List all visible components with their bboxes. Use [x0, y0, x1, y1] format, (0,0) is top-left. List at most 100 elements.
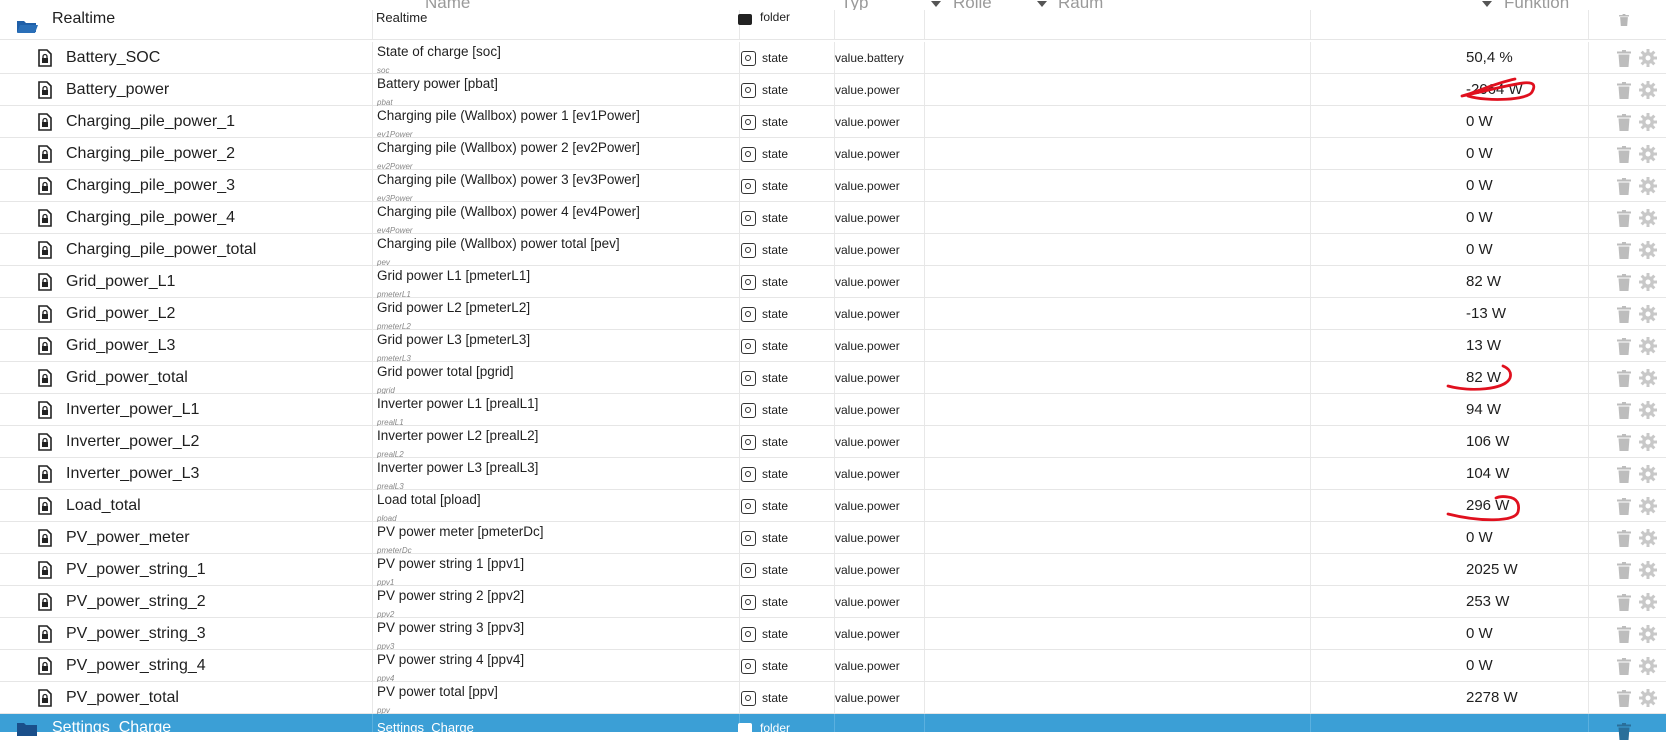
trash-icon[interactable]: [1617, 210, 1631, 227]
trash-icon[interactable]: [1617, 434, 1631, 451]
gear-icon[interactable]: [1639, 593, 1657, 611]
table-row[interactable]: Inverter_power_L2 Inverter power L2 [prea…: [0, 426, 1666, 459]
object-value[interactable]: 0 W: [1466, 234, 1576, 266]
folder-row-settings-charge[interactable]: Settings_Charge Settings_Charge folder: [0, 714, 1666, 740]
table-row[interactable]: Inverter_power_L3 Inverter power L3 [prea…: [0, 458, 1666, 493]
object-description: Grid power L1 [pmeterL1] pmeterL1: [377, 269, 737, 301]
object-value[interactable]: 94 W: [1466, 394, 1576, 426]
gear-icon[interactable]: [1639, 401, 1657, 419]
trash-icon[interactable]: [1617, 306, 1631, 323]
object-value[interactable]: 0 W: [1466, 170, 1576, 202]
object-role: value.power: [835, 243, 900, 257]
trash-icon[interactable]: [1617, 402, 1631, 419]
object-value[interactable]: 82 W: [1466, 362, 1576, 394]
object-description: Grid power L3 [pmeterL3] pmeterL3: [377, 333, 737, 365]
trash-icon[interactable]: [1617, 178, 1631, 195]
object-name: Charging_pile_power_total: [66, 241, 257, 258]
gear-icon[interactable]: [1639, 337, 1657, 355]
table-row[interactable]: PV_power_meter PV power meter [pmeterDc] p…: [0, 522, 1666, 555]
gear-icon[interactable]: [1639, 177, 1657, 195]
gear-icon[interactable]: [1639, 561, 1657, 579]
trash-icon[interactable]: [1617, 498, 1631, 515]
trash-icon[interactable]: [1617, 14, 1631, 26]
trash-icon[interactable]: [1617, 242, 1631, 259]
trash-icon[interactable]: [1617, 530, 1631, 547]
gear-icon[interactable]: [1639, 433, 1657, 451]
table-row[interactable]: Inverter_power_L1 Inverter power L1 [prea…: [0, 394, 1666, 427]
trash-icon[interactable]: [1617, 50, 1631, 67]
table-row[interactable]: Charging_pile_power_1 Charging pile (Wall…: [0, 106, 1666, 139]
trash-icon[interactable]: [1617, 594, 1631, 611]
table-row[interactable]: Charging_pile_power_total Charging pile (…: [0, 234, 1666, 267]
object-value[interactable]: 104 W: [1466, 458, 1576, 490]
trash-icon[interactable]: [1617, 466, 1631, 483]
object-value[interactable]: 13 W: [1466, 330, 1576, 362]
gear-icon[interactable]: [1639, 49, 1657, 67]
table-row[interactable]: Charging_pile_power_2 Charging pile (Wall…: [0, 138, 1666, 171]
folder-row-realtime[interactable]: Realtime Realtime folder: [0, 10, 1666, 40]
table-row[interactable]: Grid_power_L2 Grid power L2 [pmeterL2] pme…: [0, 298, 1666, 331]
table-row[interactable]: PV_power_total PV power total [ppv] ppv sta…: [0, 682, 1666, 715]
table-row[interactable]: Grid_power_total Grid power total [pgrid]…: [0, 362, 1666, 395]
object-value[interactable]: 2278 W: [1466, 682, 1576, 714]
table-row[interactable]: Battery_power Battery power [pbat] pbat sta…: [0, 74, 1666, 107]
gear-icon[interactable]: [1639, 113, 1657, 131]
trash-icon[interactable]: [1617, 690, 1631, 707]
trash-icon[interactable]: [1617, 562, 1631, 579]
trash-icon[interactable]: [1617, 146, 1631, 163]
gear-icon[interactable]: [1639, 369, 1657, 387]
table-row[interactable]: Grid_power_L3 Grid power L3 [pmeterL3] pme…: [0, 330, 1666, 365]
gear-icon[interactable]: [1639, 497, 1657, 515]
gear-icon[interactable]: [1639, 465, 1657, 483]
trash-icon[interactable]: [1617, 626, 1631, 643]
object-value[interactable]: -13 W: [1466, 298, 1576, 330]
object-value[interactable]: 106 W: [1466, 426, 1576, 458]
gear-icon[interactable]: [1639, 241, 1657, 259]
object-value[interactable]: 0 W: [1466, 522, 1576, 554]
gear-icon[interactable]: [1639, 689, 1657, 707]
column-divider: [1310, 298, 1311, 329]
folder-open-icon[interactable]: [16, 18, 38, 34]
object-value[interactable]: 253 W: [1466, 586, 1576, 618]
object-value[interactable]: -2064 W: [1466, 74, 1576, 106]
gear-icon[interactable]: [1639, 529, 1657, 547]
object-description: Inverter power L3 [prealL3] prealL3: [377, 461, 737, 493]
gear-icon[interactable]: [1639, 305, 1657, 323]
trash-icon[interactable]: [1617, 274, 1631, 291]
table-row[interactable]: Charging_pile_power_3 Charging pile (Wall…: [0, 170, 1666, 203]
trash-icon[interactable]: [1617, 370, 1631, 387]
object-value[interactable]: 0 W: [1466, 138, 1576, 170]
object-value[interactable]: 50,4 %: [1466, 42, 1576, 74]
object-value[interactable]: 0 W: [1466, 618, 1576, 650]
table-row[interactable]: PV_power_string_2 PV power string 2 [ppv2…: [0, 586, 1666, 619]
gear-icon[interactable]: [1639, 273, 1657, 291]
object-value[interactable]: 0 W: [1466, 106, 1576, 138]
gear-icon[interactable]: [1639, 145, 1657, 163]
object-role: value.power: [835, 83, 900, 97]
column-divider: [372, 42, 373, 73]
table-row[interactable]: PV_power_string_3 PV power string 3 [ppv3…: [0, 618, 1666, 651]
object-value[interactable]: 82 W: [1466, 266, 1576, 298]
object-role: value.power: [835, 627, 900, 641]
column-divider: [1310, 74, 1311, 105]
gear-icon[interactable]: [1639, 209, 1657, 227]
object-value[interactable]: 0 W: [1466, 202, 1576, 234]
gear-icon[interactable]: [1639, 657, 1657, 675]
table-row[interactable]: Load_total Load total [pload] pload state va…: [0, 490, 1666, 523]
table-row[interactable]: Battery_SOC State of charge [soc] soc state…: [0, 42, 1666, 75]
table-row[interactable]: PV_power_string_4 PV power string 4 [ppv4…: [0, 650, 1666, 683]
object-value[interactable]: 296 W: [1466, 490, 1576, 522]
trash-icon[interactable]: [1617, 114, 1631, 131]
table-row[interactable]: Grid_power_L1 Grid power L1 [pmeterL1] pme…: [0, 266, 1666, 301]
gear-icon[interactable]: [1639, 625, 1657, 643]
gear-icon[interactable]: [1639, 81, 1657, 99]
table-row[interactable]: Charging_pile_power_4 Charging pile (Wall…: [0, 202, 1666, 235]
trash-icon[interactable]: [1617, 82, 1631, 99]
trash-icon[interactable]: [1617, 338, 1631, 355]
object-value[interactable]: 2025 W: [1466, 554, 1576, 586]
table-row[interactable]: PV_power_string_1 PV power string 1 [ppv1…: [0, 554, 1666, 587]
folder-icon[interactable]: [16, 721, 38, 737]
object-value[interactable]: 0 W: [1466, 650, 1576, 682]
trash-icon[interactable]: [1617, 658, 1631, 675]
column-divider: [372, 426, 373, 457]
